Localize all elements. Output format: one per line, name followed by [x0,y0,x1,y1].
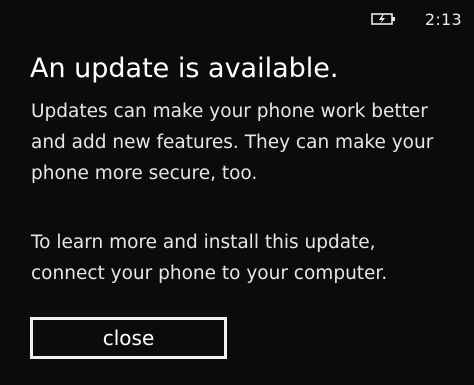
status-time: 2:13 [424,9,462,29]
status-bar: 2:13 [371,8,462,30]
message-line: and add new features. They can make your [31,132,434,153]
message-line: phone more secure, too. [31,163,258,184]
close-button[interactable]: close [30,317,227,359]
message-line: Updates can make your phone work better [31,101,428,122]
update-dialog-screen: 2:13 An update is available. Updates can… [0,0,474,385]
message-line: connect your phone to your computer. [31,263,388,284]
message-line: To learn more and install this update, [31,232,376,253]
dialog-message-2: To learn more and install this update, c… [31,227,471,289]
dialog-message-1: Updates can make your phone work better … [31,96,471,189]
battery-charging-icon [371,12,397,26]
dialog-title: An update is available. [30,53,339,84]
